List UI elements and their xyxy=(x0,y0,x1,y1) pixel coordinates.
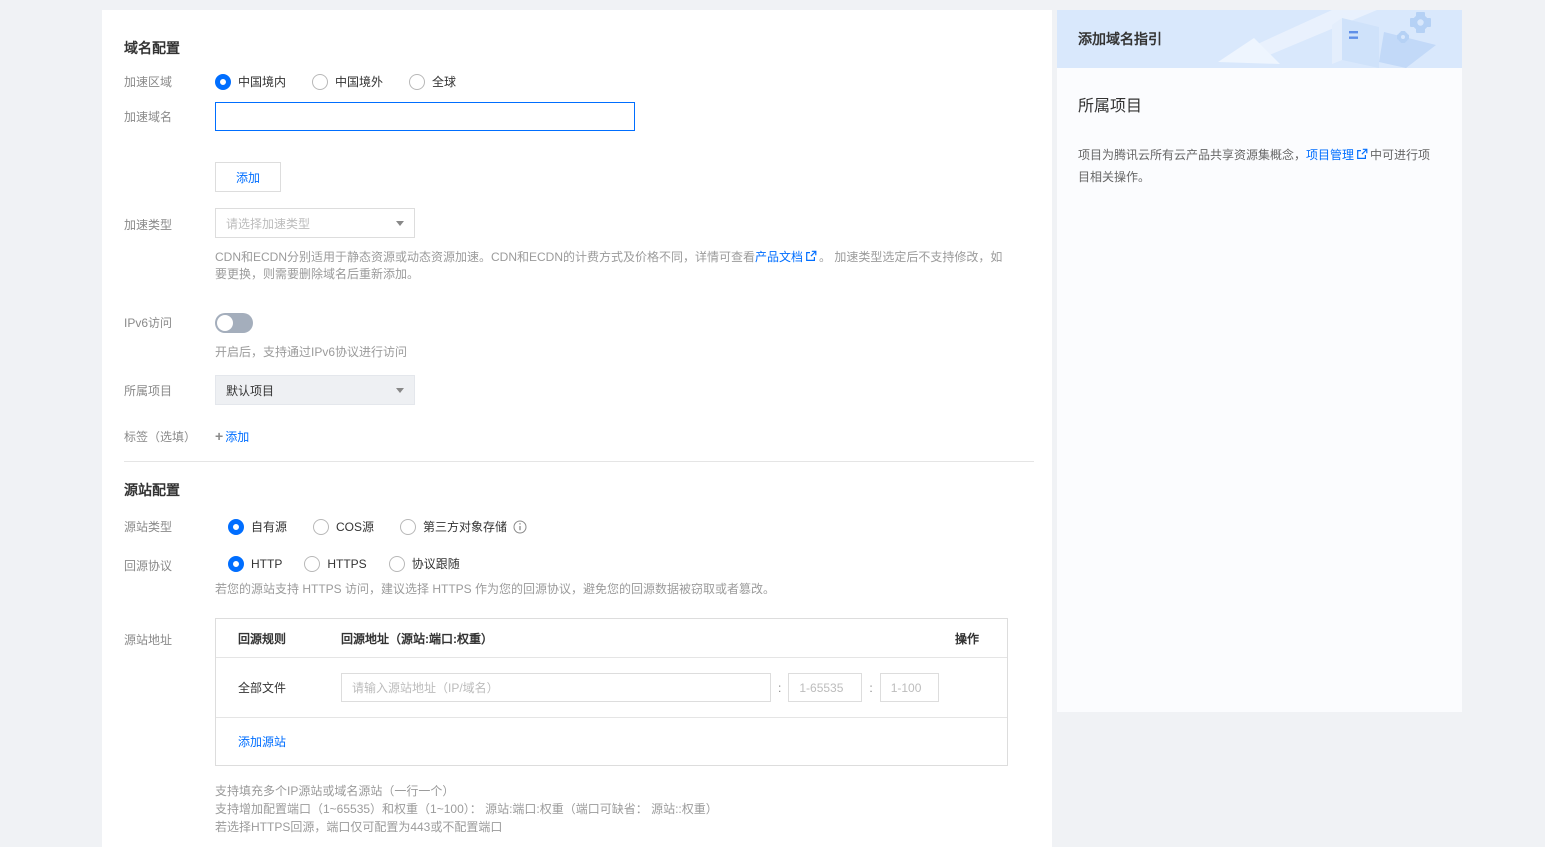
row-origin-notes: 支持填充多个IP源站或域名源站（一行一个） 支持增加配置端口（1~65535）和… xyxy=(124,782,1034,836)
tag-label: 标签（选填） xyxy=(124,427,215,446)
header-origin-address: 回源地址（源站:端口:权重） xyxy=(341,630,955,647)
add-tag-link[interactable]: +添加 xyxy=(215,430,249,444)
project-selected-value: 默认项目 xyxy=(226,382,396,399)
origin-note-2: 支持增加配置端口（1~65535）和权重（1~100）： 源站:端口:权重（端口… xyxy=(215,800,1034,818)
accel-type-label: 加速类型 xyxy=(124,208,215,234)
row-project: 所属项目 默认项目 xyxy=(124,375,1034,405)
radio-third-party-storage[interactable]: 第三方对象存储 xyxy=(400,519,507,535)
radio-unchecked-icon xyxy=(389,556,405,572)
row-accel-region: 加速区域 中国境内 中国境外 全球 xyxy=(124,72,1034,91)
radio-china-mainland[interactable]: 中国境内 xyxy=(215,74,286,90)
accel-domain-label: 加速域名 xyxy=(124,107,215,126)
domain-config-panel: 域名配置 加速区域 中国境内 中国境外 全球 加速域名 添 xyxy=(102,10,1052,847)
section-title-origin-config: 源站配置 xyxy=(124,480,180,500)
origin-address-input[interactable] xyxy=(341,673,771,702)
external-link-icon xyxy=(1356,148,1368,160)
chevron-down-icon xyxy=(396,221,404,226)
origin-note-3: 若选择HTTPS回源，端口仅可配置为443或不配置端口 xyxy=(215,818,1034,836)
radio-self-origin[interactable]: 自有源 xyxy=(228,519,287,535)
origin-type-label: 源站类型 xyxy=(124,517,215,536)
protocol-label: 回源协议 xyxy=(124,556,215,575)
row-ipv6: IPv6访问 开启后，支持通过IPv6协议进行访问 xyxy=(124,313,1034,361)
origin-type-options: 自有源 COS源 第三方对象存储 xyxy=(215,519,1034,535)
radio-http[interactable]: HTTP xyxy=(228,556,282,572)
origin-note-1: 支持填充多个IP源站或域名源站（一行一个） xyxy=(215,782,1034,800)
guide-text-pre: 项目为腾讯云所有云产品共享资源集概念， xyxy=(1078,148,1306,162)
row-accel-domain: 加速域名 xyxy=(124,102,1034,131)
ipv6-label: IPv6访问 xyxy=(124,313,215,332)
accel-type-select[interactable]: 请选择加速类型 xyxy=(215,208,415,238)
colon-separator: : xyxy=(869,681,872,695)
accel-type-help: CDN和ECDN分别适用于静态资源或动态资源加速。CDN和ECDN的计费方式及价… xyxy=(215,249,1008,283)
guide-title: 添加域名指引 xyxy=(1078,10,1162,68)
radio-https[interactable]: HTTPS xyxy=(304,556,366,572)
header-origin-rule: 回源规则 xyxy=(216,630,341,647)
origin-address-inputs: : : xyxy=(341,673,1007,702)
table-header: 回源规则 回源地址（源站:端口:权重） 操作 xyxy=(216,619,1007,657)
spacer xyxy=(124,162,215,164)
product-doc-link[interactable]: 产品文档 xyxy=(755,250,819,264)
radio-protocol-follow[interactable]: 协议跟随 xyxy=(389,556,460,572)
section-title-domain-config: 域名配置 xyxy=(124,38,180,58)
row-accel-type: 加速类型 请选择加速类型 CDN和ECDN分别适用于静态资源或动态资源加速。CD… xyxy=(124,208,1034,283)
radio-cos-origin[interactable]: COS源 xyxy=(313,519,374,535)
origin-weight-input[interactable] xyxy=(880,673,939,702)
protocol-help: 若您的源站支持 HTTPS 访问，建议选择 HTTPS 作为您的回源协议，避免您… xyxy=(215,581,1034,598)
row-tag: 标签（选填） +添加 xyxy=(124,427,1034,446)
row-origin-type: 源站类型 自有源 COS源 第三方对象存储 xyxy=(124,517,1034,536)
accel-domain-input[interactable] xyxy=(215,102,635,131)
origin-address-table: 回源规则 回源地址（源站:端口:权重） 操作 全部文件 : : 添加源站 xyxy=(215,618,1008,766)
guide-body: 所属项目 项目为腾讯云所有云产品共享资源集概念，项目管理中可进行项目相关操作。 xyxy=(1057,68,1462,188)
guide-illustration xyxy=(1182,10,1462,68)
radio-checked-icon xyxy=(215,74,231,90)
project-select[interactable]: 默认项目 xyxy=(215,375,415,405)
header-action: 操作 xyxy=(955,630,1007,647)
origin-port-input[interactable] xyxy=(788,673,862,702)
row-add-button: 添加 xyxy=(124,162,1034,192)
help-text-pre: CDN和ECDN分别适用于静态资源或动态资源加速。CDN和ECDN的计费方式及价… xyxy=(215,250,755,264)
radio-checked-icon xyxy=(228,556,244,572)
protocol-options: HTTP HTTPS 协议跟随 xyxy=(215,556,1034,572)
add-origin-link[interactable]: 添加源站 xyxy=(238,733,286,750)
origin-address-label: 源站地址 xyxy=(124,618,215,649)
add-domain-button[interactable]: 添加 xyxy=(215,162,281,192)
external-link-icon xyxy=(805,250,817,262)
spacer xyxy=(124,782,215,784)
radio-unchecked-icon xyxy=(304,556,320,572)
guide-text: 项目为腾讯云所有云产品共享资源集概念，项目管理中可进行项目相关操作。 xyxy=(1078,144,1441,188)
section-divider xyxy=(124,461,1034,462)
toggle-knob-icon xyxy=(217,315,233,331)
accel-region-options: 中国境内 中国境外 全球 xyxy=(215,74,1034,90)
radio-unchecked-icon xyxy=(409,74,425,90)
rule-all-files: 全部文件 xyxy=(216,679,341,696)
radio-unchecked-icon xyxy=(313,519,329,535)
row-origin-address: 源站地址 回源规则 回源地址（源站:端口:权重） 操作 全部文件 : : xyxy=(124,618,1034,766)
accel-type-placeholder: 请选择加速类型 xyxy=(226,215,396,232)
project-label: 所属项目 xyxy=(124,381,215,400)
radio-unchecked-icon xyxy=(400,519,416,535)
ipv6-help: 开启后，支持通过IPv6协议进行访问 xyxy=(215,344,1034,361)
table-row: 全部文件 : : xyxy=(216,657,1007,717)
ipv6-toggle[interactable] xyxy=(215,313,253,333)
guide-section-title: 所属项目 xyxy=(1078,92,1441,116)
chevron-down-icon xyxy=(396,388,404,393)
project-management-link[interactable]: 项目管理 xyxy=(1306,148,1370,162)
plus-icon: + xyxy=(215,428,223,444)
info-icon[interactable] xyxy=(513,520,527,534)
colon-separator: : xyxy=(778,681,781,695)
radio-unchecked-icon xyxy=(312,74,328,90)
radio-checked-icon xyxy=(228,519,244,535)
guide-panel: 添加域名指引 所属项目 项目为腾讯云所有云产品共享资源集概念，项目管理中可进行项… xyxy=(1057,10,1462,712)
accel-region-label: 加速区域 xyxy=(124,72,215,91)
table-footer: 添加源站 xyxy=(216,717,1007,765)
radio-outside-china[interactable]: 中国境外 xyxy=(312,74,383,90)
guide-header: 添加域名指引 xyxy=(1057,10,1462,68)
row-protocol: 回源协议 HTTP HTTPS 协议跟随 若您的源站支持 HTTPS 访问，建议… xyxy=(124,556,1034,598)
radio-global[interactable]: 全球 xyxy=(409,74,456,90)
